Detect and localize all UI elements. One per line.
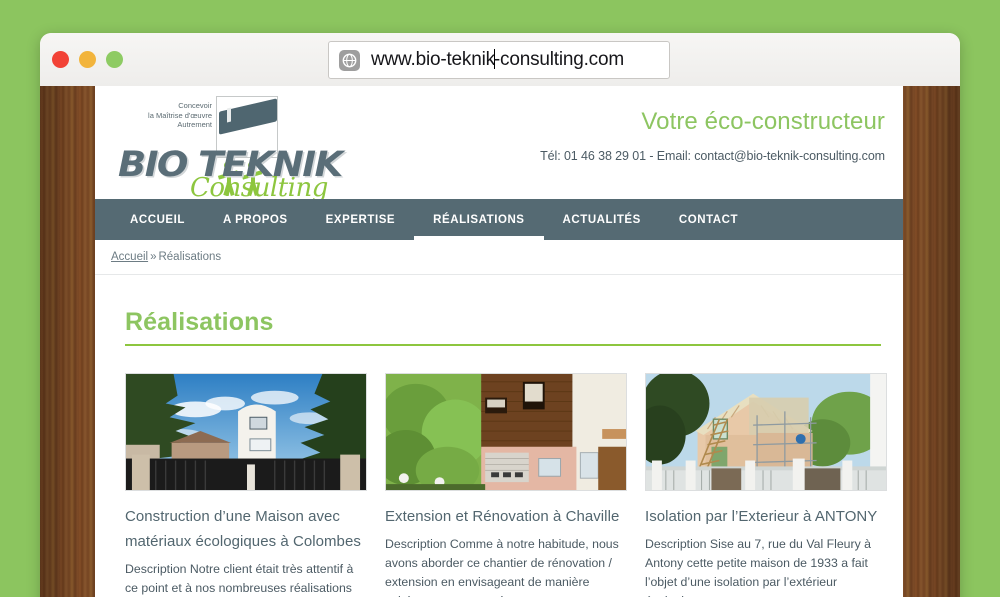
nav-label: ACCUEIL [130, 213, 185, 226]
address-bar-text[interactable]: www.bio-teknik-consulting.com [371, 49, 624, 71]
breadcrumb-separator: » [150, 251, 157, 263]
maximize-window-button[interactable] [106, 51, 123, 68]
site-slogan: Votre éco-constructeur [641, 108, 885, 135]
nav-label: ACTUALITÉS [562, 213, 641, 226]
main-navigation: ACCUEIL A PROPOS EXPERTISE RÉALISATIONS … [95, 199, 903, 240]
header-contact-line: Tél: 01 46 38 29 01 - Email: contact@bio… [540, 149, 885, 163]
wood-clad-extension-photo[interactable] [385, 373, 627, 491]
site-logo[interactable]: Concevoir la Maîtrise d'œuvre Autrement [110, 93, 343, 203]
browser-titlebar: www.bio-teknik-consulting.com [40, 33, 960, 86]
minimize-window-button[interactable] [79, 51, 96, 68]
url-part-before-caret: www.bio-teknik [371, 49, 495, 70]
globe-icon [339, 49, 360, 71]
address-bar[interactable]: www.bio-teknik-consulting.com [328, 41, 670, 79]
nav-item-contact[interactable]: CONTACT [660, 199, 757, 240]
nav-label: EXPERTISE [325, 213, 396, 226]
chimney-shape [227, 107, 231, 123]
logo-tagline-line2: la Maîtrise d'œuvre [148, 110, 212, 120]
logo-tagline: Concevoir la Maîtrise d'œuvre Autrement [120, 101, 212, 130]
breadcrumb-link-home[interactable]: Accueil [111, 251, 148, 263]
nav-item-realisations[interactable]: RÉALISATIONS [414, 199, 544, 240]
white-house-behind-gate-photo[interactable] [125, 373, 367, 491]
nav-label: CONTACT [678, 213, 739, 226]
nav-item-a-propos[interactable]: A PROPOS [204, 199, 307, 240]
card-title[interactable]: Construction d’une Maison avec matériaux… [125, 504, 367, 554]
realisations-card-grid: Construction d’une Maison avec matériaux… [95, 346, 903, 597]
realisation-card[interactable]: Isolation par l’Exterieur à ANTONY Descr… [645, 373, 887, 597]
nav-label: A PROPOS [222, 213, 288, 226]
logo-tagline-line1: Concevoir [178, 101, 212, 110]
header-contact-block: Votre éco-constructeur Tél: 01 46 38 29 … [540, 108, 885, 163]
site-header: Concevoir la Maîtrise d'œuvre Autrement [95, 86, 903, 203]
logo-tagline-line3: Autrement [177, 120, 212, 129]
browser-window: www.bio-teknik-consulting.com Concevoir … [40, 33, 960, 597]
nav-item-expertise[interactable]: EXPERTISE [307, 199, 415, 240]
traffic-lights [52, 51, 123, 68]
page-title: Réalisations [125, 308, 274, 336]
card-description: Description Comme à notre habitude, nous… [385, 537, 619, 597]
browser-viewport: Concevoir la Maîtrise d'œuvre Autrement [40, 86, 960, 597]
house-with-scaffolding-photo[interactable] [645, 373, 887, 491]
close-window-button[interactable] [52, 51, 69, 68]
card-title[interactable]: Extension et Rénovation à Chaville [385, 504, 627, 529]
website-content: Concevoir la Maîtrise d'œuvre Autrement [95, 86, 903, 597]
card-description: Description Sise au 7, rue du Val Fleury… [645, 537, 872, 597]
nav-item-accueil[interactable]: ACCUEIL [111, 199, 204, 240]
page-title-section: Réalisations [125, 308, 881, 346]
card-title[interactable]: Isolation par l’Exterieur à ANTONY [645, 504, 887, 529]
card-description: Description Notre client était très atte… [125, 562, 354, 595]
nav-label: RÉALISATIONS [433, 213, 525, 226]
realisation-card[interactable]: Extension et Rénovation à Chaville Descr… [385, 373, 627, 597]
realisation-card[interactable]: Construction d’une Maison avec matériaux… [125, 373, 367, 597]
breadcrumb: Accueil» Réalisations [95, 240, 903, 275]
nav-item-actualites[interactable]: ACTUALITÉS [544, 199, 660, 240]
breadcrumb-current: Réalisations [158, 251, 222, 263]
url-part-after-caret: -consulting.com [493, 49, 624, 70]
